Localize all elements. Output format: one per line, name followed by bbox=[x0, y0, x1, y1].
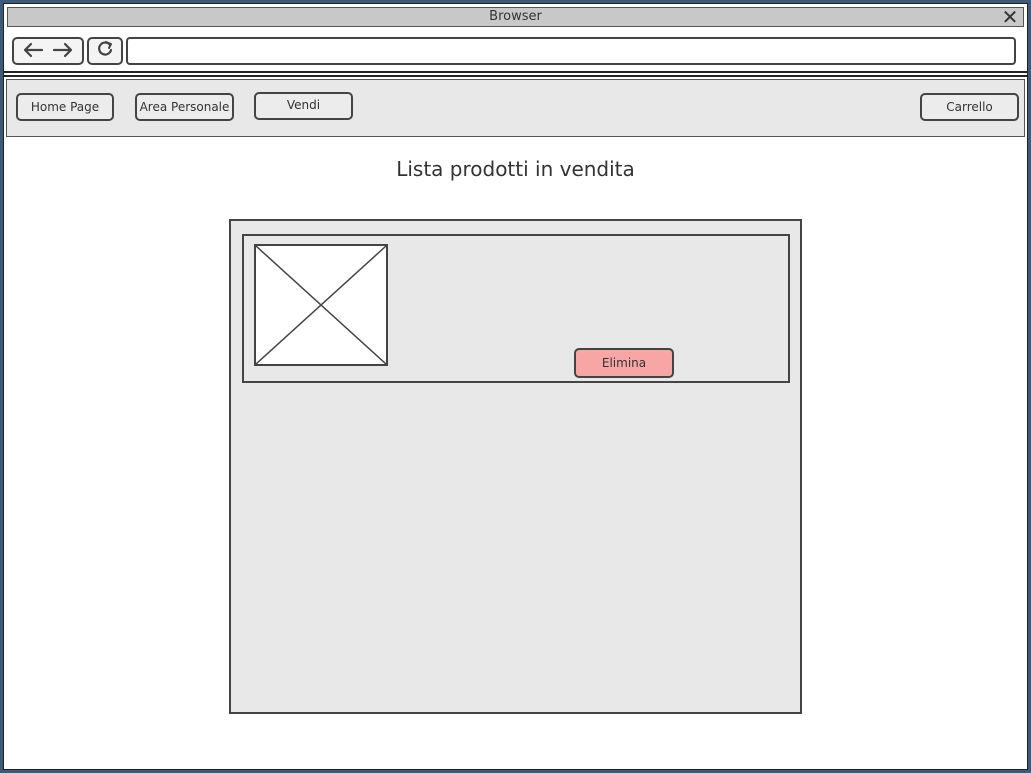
carrello-button[interactable]: Carrello bbox=[920, 93, 1019, 121]
window-titlebar: Browser ✕ bbox=[7, 7, 1024, 27]
vendi-button[interactable]: Vendi bbox=[254, 92, 353, 120]
product-list-panel: Elimina bbox=[229, 219, 802, 714]
home-page-button[interactable]: Home Page bbox=[16, 93, 114, 121]
image-placeholder-icon bbox=[254, 244, 388, 366]
refresh-icon bbox=[96, 39, 114, 63]
elimina-button[interactable]: Elimina bbox=[574, 348, 674, 378]
site-menu-bar: Home Page Area Personale Vendi Carrello bbox=[6, 79, 1025, 137]
back-arrow-icon[interactable] bbox=[22, 39, 44, 63]
toolbar-divider-bottom bbox=[4, 75, 1027, 77]
window-title: Browser bbox=[489, 9, 542, 24]
browser-toolbar bbox=[4, 30, 1027, 70]
product-card: Elimina bbox=[242, 234, 790, 383]
toolbar-divider-top bbox=[4, 71, 1027, 73]
back-forward-buttons bbox=[12, 37, 84, 65]
browser-window: Browser ✕ Home Page Area Personale Vendi… bbox=[3, 3, 1028, 770]
page-title: Lista prodotti in vendita bbox=[396, 157, 635, 181]
close-icon[interactable]: ✕ bbox=[1001, 7, 1019, 27]
address-bar[interactable] bbox=[126, 37, 1016, 65]
area-personale-button[interactable]: Area Personale bbox=[135, 93, 234, 121]
forward-arrow-icon[interactable] bbox=[52, 39, 74, 63]
refresh-button[interactable] bbox=[87, 37, 123, 65]
